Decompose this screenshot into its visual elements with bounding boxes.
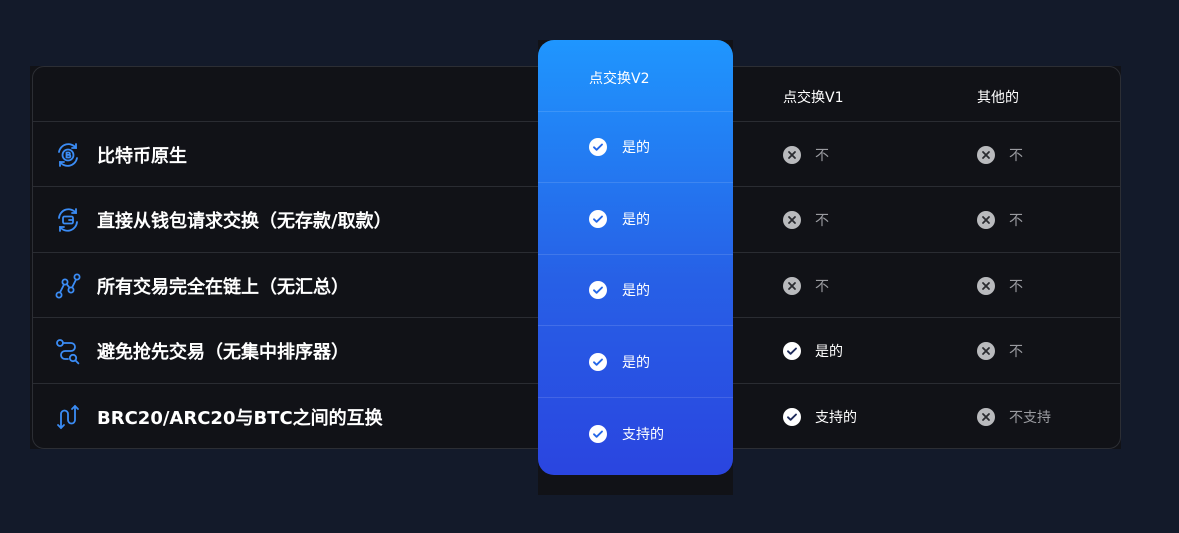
cross-icon: [783, 145, 801, 164]
column-header-v2: 点交换V2: [589, 71, 650, 87]
v2-value: 是的: [622, 140, 650, 156]
bidirectional-arrows-icon: [53, 402, 83, 432]
check-icon: [589, 209, 607, 228]
feature-label: 比特币原生: [97, 145, 187, 167]
cross-icon: [783, 211, 801, 229]
cross-icon: [977, 276, 995, 295]
feature-cell: 所有交易完全在链上（无汇总）: [53, 253, 349, 318]
v1-value: 不: [815, 278, 829, 295]
v2-value: 是的: [622, 211, 650, 228]
cross-icon: [977, 145, 995, 164]
other-value: 不支持: [1009, 409, 1051, 426]
v2-value: 是的: [622, 283, 650, 299]
chain-nodes-icon: [53, 271, 83, 301]
v1-value: 支持的: [815, 409, 857, 426]
other-value: 不: [1009, 278, 1023, 295]
cross-icon: [783, 276, 801, 295]
v1-value: 是的: [815, 344, 843, 360]
v1-cell: 不: [783, 188, 829, 253]
other-cell: 不: [977, 253, 1023, 318]
feature-cell: BRC20/ARC20与BTC之间的互换: [53, 384, 383, 449]
check-icon: [589, 352, 607, 371]
column-header-v1: 点交换V1: [783, 90, 844, 106]
other-value: 不: [1009, 344, 1023, 360]
route-search-icon: [53, 336, 83, 366]
feature-cell: 直接从钱包请求交换（无存款/取款）: [53, 188, 392, 253]
other-value: 不: [1009, 147, 1023, 164]
v2-cell: 是的: [538, 184, 733, 255]
column-header-v2-cell: 点交换V2: [538, 40, 733, 112]
other-cell: 不支持: [977, 384, 1051, 449]
v2-cell: 支持的: [538, 398, 733, 469]
v1-cell: 不: [783, 122, 829, 187]
cross-icon: [977, 211, 995, 229]
v1-cell: 是的: [783, 319, 843, 384]
v1-cell: 支持的: [783, 384, 857, 449]
v2-highlight-column: 点交换V2 是的 是的 是的 是的 支持的: [538, 40, 733, 475]
check-icon: [589, 281, 607, 299]
other-cell: 不: [977, 188, 1023, 253]
feature-cell: 比特币原生: [53, 122, 187, 187]
feature-label: 避免抢先交易（无集中排序器）: [97, 342, 349, 363]
v2-cell: 是的: [538, 112, 733, 183]
other-value: 不: [1009, 213, 1023, 229]
check-icon: [783, 407, 801, 426]
cross-icon: [977, 407, 995, 426]
bitcoin-cycle-icon: [53, 140, 83, 170]
feature-label: 直接从钱包请求交换（无存款/取款）: [97, 211, 392, 232]
v2-cell: 是的: [538, 327, 733, 398]
check-icon: [783, 342, 801, 360]
v1-cell: 不: [783, 253, 829, 318]
v2-value: 是的: [622, 354, 650, 371]
other-cell: 不: [977, 122, 1023, 187]
feature-label: 所有交易完全在链上（无汇总）: [97, 276, 349, 298]
check-icon: [589, 424, 607, 443]
wallet-swap-icon: [53, 205, 83, 235]
v1-value: 不: [815, 147, 829, 164]
cross-icon: [977, 342, 995, 360]
v2-value: 支持的: [622, 426, 664, 443]
other-cell: 不: [977, 319, 1023, 384]
v2-cell: 是的: [538, 255, 733, 326]
column-header-other: 其他的: [977, 90, 1019, 106]
check-icon: [589, 138, 607, 156]
feature-label: BRC20/ARC20与BTC之间的互换: [97, 407, 383, 429]
feature-cell: 避免抢先交易（无集中排序器）: [53, 319, 349, 384]
v1-value: 不: [815, 213, 829, 229]
